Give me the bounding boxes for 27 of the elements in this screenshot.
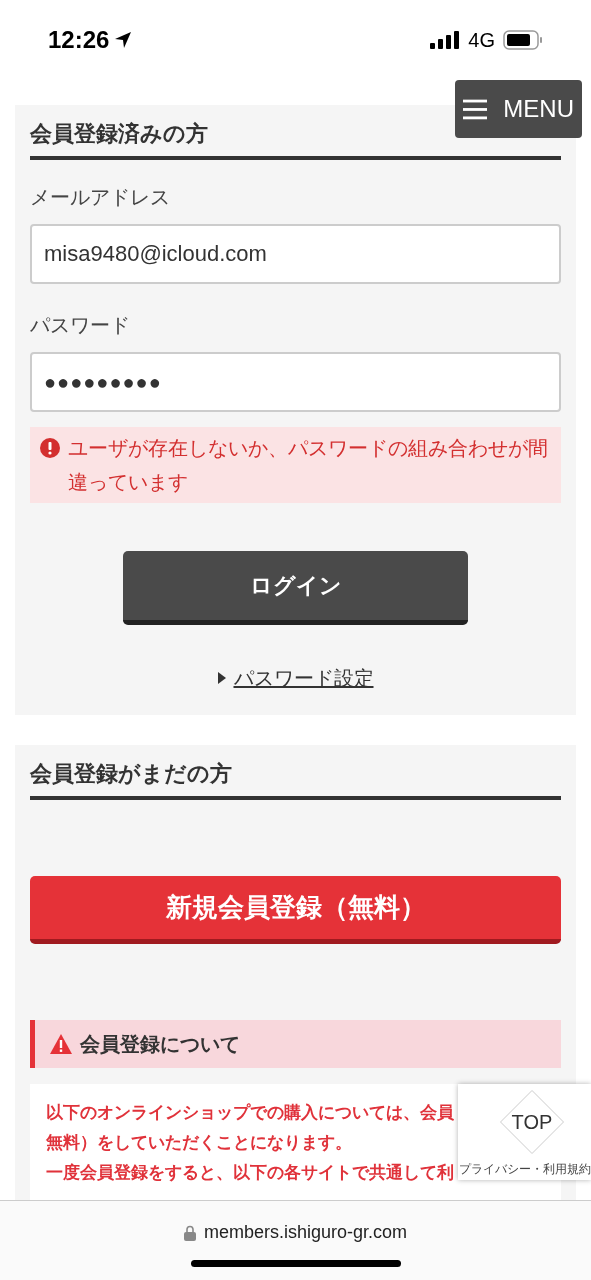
menu-button[interactable]: MENU — [455, 80, 582, 138]
field-label: メールアドレス — [30, 185, 171, 210]
network-type: 4G — [468, 28, 495, 53]
top-button[interactable]: TOP — [500, 1090, 564, 1154]
error-icon — [40, 438, 60, 458]
login-button[interactable]: ログイン — [123, 551, 468, 625]
warning-icon — [50, 1034, 72, 1054]
section-heading: 会員登録がまだの方 — [30, 757, 561, 800]
recaptcha-links[interactable]: プライバシー・利用規約 — [458, 1162, 591, 1176]
password-setting-link[interactable]: パスワード設定 — [233, 663, 374, 693]
register-button[interactable]: 新規会員登録（無料） — [30, 876, 561, 944]
error-text: ユーザが存在しないか、パスワードの組み合わせが間違っています — [68, 436, 549, 495]
menu-icon — [463, 98, 488, 120]
caret-icon — [217, 672, 226, 684]
notice-title: 会員登録について — [80, 1032, 240, 1057]
clock-time: 12:26 — [48, 25, 110, 55]
email-field[interactable]: misa9480@icloud.com — [30, 224, 561, 284]
password-field[interactable]: ●●●●●●●●● — [30, 352, 561, 412]
battery-icon — [503, 30, 543, 50]
signal-icon — [430, 31, 461, 49]
url-text[interactable]: members.ishiguro-gr.com — [203, 1219, 408, 1246]
notice-text: 以下のオンラインショップでの購入については、会員 — [46, 1102, 454, 1124]
notice-text: 無料）をしていただくことになります。 — [46, 1132, 352, 1154]
notice-text: 一度会員登録をすると、以下の各サイトで共通して利 — [46, 1162, 454, 1184]
field-label: パスワード — [30, 313, 131, 338]
lock-icon — [183, 1224, 196, 1241]
location-arrow-icon — [113, 30, 134, 50]
